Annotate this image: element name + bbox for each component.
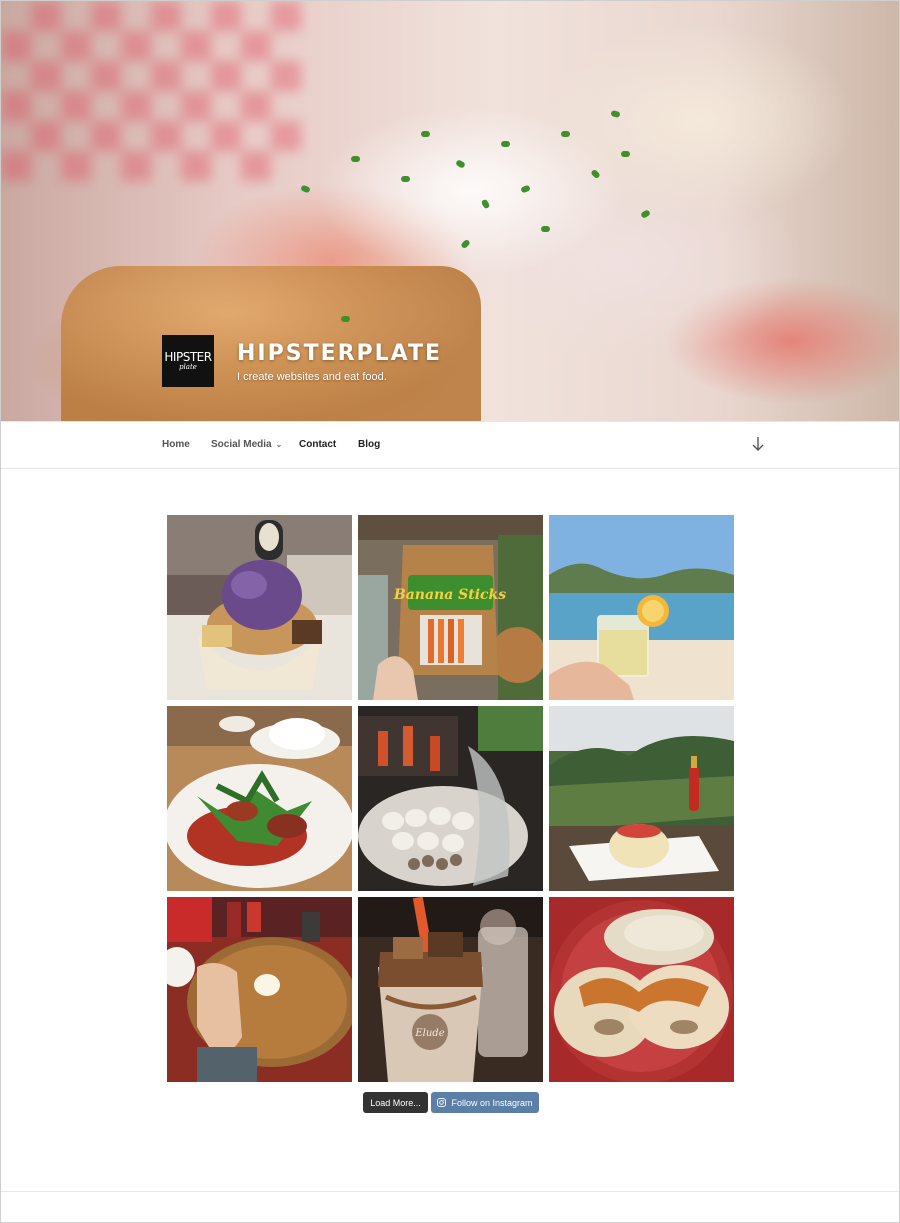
- nav-contact[interactable]: Contact: [299, 439, 336, 450]
- nav-blog[interactable]: Blog: [358, 439, 380, 450]
- iced-drink-cup-photo[interactable]: Elude: [358, 897, 543, 1082]
- follow-on-instagram-button[interactable]: Follow on Instagram: [431, 1092, 539, 1113]
- eggs-market-photo[interactable]: [358, 706, 543, 891]
- mountain-plate-photo[interactable]: [549, 706, 734, 891]
- header-hero-image: HIPSTER plate HIPSTERPLATE I create webs…: [1, 1, 899, 421]
- checkered-cloth: [1, 1, 301, 181]
- salad-plate-photo[interactable]: [167, 706, 352, 891]
- main-navigation: Home Social Media ⌄ Contact Blog: [1, 421, 899, 469]
- footer-divider: [1, 1191, 899, 1192]
- banana-sticks-snack-photo[interactable]: Banana Sticks: [358, 515, 543, 700]
- logo-line-1: HIPSTER: [164, 350, 212, 364]
- site-logo[interactable]: HIPSTER plate: [162, 335, 214, 387]
- logo-line-2: plate: [179, 363, 197, 371]
- load-more-button[interactable]: Load More...: [363, 1092, 428, 1113]
- nav-social-media-label: Social Media: [211, 439, 272, 450]
- follow-button-label: Follow on Instagram: [451, 1097, 533, 1108]
- site-tagline: I create websites and eat food.: [237, 371, 387, 383]
- page: HIPSTER plate HIPSTERPLATE I create webs…: [0, 0, 900, 1223]
- instagram-feed-grid: Banana Sticks Elude: [167, 515, 735, 1083]
- chevron-down-icon: ⌄: [275, 440, 283, 449]
- pancake-hand-photo[interactable]: [167, 897, 352, 1082]
- arrow-down-icon[interactable]: [750, 435, 766, 453]
- nav-social-media[interactable]: Social Media ⌄: [211, 439, 282, 450]
- instagram-icon: [437, 1098, 447, 1107]
- nav-home[interactable]: Home: [162, 439, 190, 450]
- banana-sticks-label: Banana Sticks: [393, 587, 506, 603]
- beach-drink-photo[interactable]: [549, 515, 734, 700]
- pupusa-plate-photo[interactable]: [549, 897, 734, 1082]
- purple-ube-sundae-photo[interactable]: [167, 515, 352, 700]
- elude-cup-label: Elude: [414, 1028, 444, 1039]
- site-title[interactable]: HIPSTERPLATE: [237, 341, 442, 366]
